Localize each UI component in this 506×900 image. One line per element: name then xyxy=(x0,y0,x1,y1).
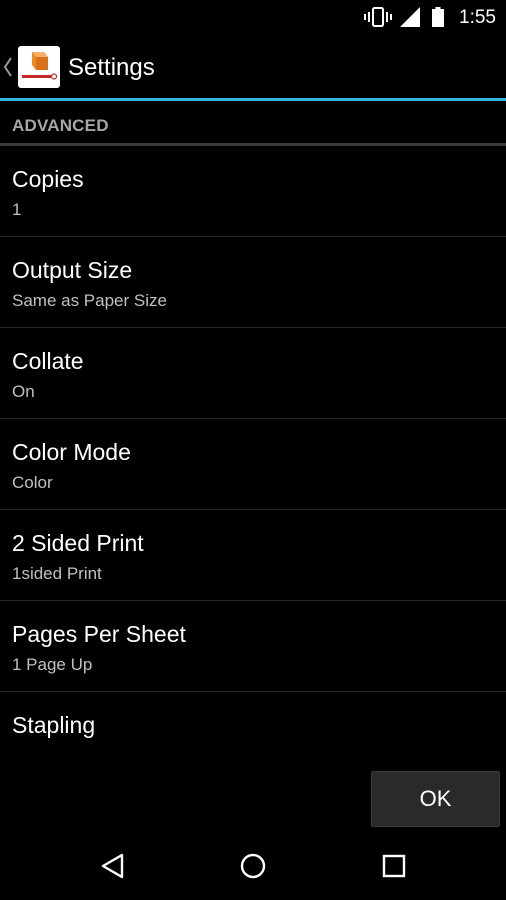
setting-summary: 1 xyxy=(12,200,22,219)
back-triangle-icon[interactable] xyxy=(99,852,127,880)
setting-title: Copies xyxy=(12,166,84,192)
setting-title: Stapling xyxy=(12,712,96,738)
setting-stapling[interactable]: Stapling xyxy=(0,692,506,782)
setting-2-sided-print[interactable]: 2 Sided Print 1sided Print xyxy=(0,510,506,601)
app-logo[interactable] xyxy=(18,46,60,88)
setting-summary: Same as Paper Size xyxy=(12,291,167,310)
page-title: Settings xyxy=(68,54,155,81)
ok-button[interactable]: OK xyxy=(371,771,500,827)
setting-collate[interactable]: Collate On xyxy=(0,328,506,419)
setting-copies[interactable]: Copies 1 xyxy=(0,146,506,237)
fuji-xerox-logo-icon xyxy=(22,52,58,80)
setting-output-size[interactable]: Output Size Same as Paper Size xyxy=(0,237,506,328)
status-time: 1:55 xyxy=(459,7,496,28)
setting-title: 2 Sided Print xyxy=(12,530,144,556)
setting-pages-per-sheet[interactable]: Pages Per Sheet 1 Page Up xyxy=(0,601,506,692)
setting-summary: On xyxy=(12,382,35,401)
setting-title: Color Mode xyxy=(12,439,131,465)
section-header: ADVANCED xyxy=(0,101,506,146)
home-circle-icon[interactable] xyxy=(239,852,267,880)
nav-bar xyxy=(0,832,506,900)
status-bar: 1:55 xyxy=(0,0,506,34)
setting-summary: 1sided Print xyxy=(12,564,102,583)
setting-color-mode[interactable]: Color Mode Color xyxy=(0,419,506,510)
setting-title: Collate xyxy=(12,348,84,374)
setting-title: Output Size xyxy=(12,257,133,283)
battery-icon xyxy=(432,7,444,27)
cell-signal-icon xyxy=(400,7,420,27)
setting-summary: Color xyxy=(12,473,53,492)
setting-title: Pages Per Sheet xyxy=(12,621,186,647)
chevron-left-icon[interactable] xyxy=(3,56,13,78)
settings-list: Copies 1 Output Size Same as Paper Size … xyxy=(0,146,506,782)
setting-summary: 1 Page Up xyxy=(12,655,93,674)
recents-square-icon[interactable] xyxy=(380,852,408,880)
section-title: ADVANCED xyxy=(12,116,109,135)
action-bar[interactable]: Settings xyxy=(0,34,506,100)
vibrate-icon xyxy=(364,7,392,27)
